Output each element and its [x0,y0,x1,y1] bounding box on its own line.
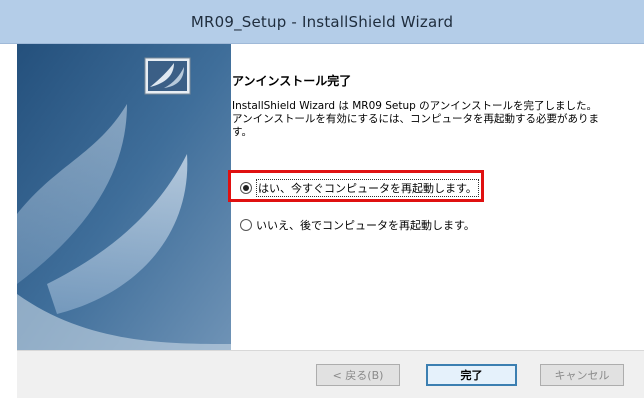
window-left-edge [0,44,17,398]
restart-later-radio[interactable] [240,219,252,231]
wizard-side-panel [17,44,231,350]
window-title: MR09_Setup - InstallShield Wizard [190,12,454,31]
installshield-logo-icon [144,57,191,95]
restart-later-label[interactable]: いいえ、後でコンピュータを再起動します。 [256,217,475,233]
title-bar: MR09_Setup - InstallShield Wizard [0,0,644,44]
cancel-button[interactable]: キャンセル [540,364,624,386]
restart-later-option[interactable]: いいえ、後でコンピュータを再起動します。 [240,217,475,233]
back-button[interactable]: < 戻る(B) [316,364,400,386]
highlight-box [228,170,484,202]
completion-message: InstallShield Wizard は MR09 Setup のアンインス… [232,100,599,138]
completion-heading: アンインストール完了 [232,74,352,88]
finish-button[interactable]: 完了 [426,364,517,386]
